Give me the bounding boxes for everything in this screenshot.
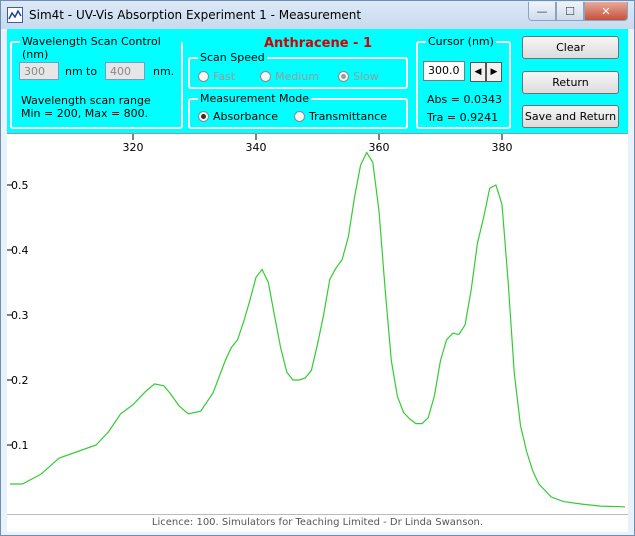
abs-readout: Abs = 0.0343 [427,93,502,106]
scan-control-label: Wavelength Scan Control (nm) [20,35,181,61]
save-and-return-button[interactable]: Save and Return [522,105,619,128]
radio-icon [294,111,305,122]
cursor-right-button[interactable]: ▶ [486,62,502,82]
app-icon [7,7,23,23]
cursor-group: Cursor (nm) 300.0 ◀ ▶ Abs = 0.0343 Tra =… [416,35,511,129]
range-line-1: Wavelength scan range [21,94,151,107]
cursor-label: Cursor (nm) [426,35,496,48]
absorbance-series-line [10,151,626,508]
control-panel: Wavelength Scan Control (nm) 300 nm to 4… [7,29,628,133]
clear-button[interactable]: Clear [522,36,619,59]
close-icon: ✕ [601,4,611,18]
y-tick-label: 0.4 [11,244,29,257]
sample-heading: Anthracene - 1 [263,36,373,51]
mode-absorbance-label: Absorbance [213,110,279,123]
arrow-right-icon: ▶ [490,67,498,77]
client-area: Wavelength Scan Control (nm) 300 nm to 4… [7,29,628,532]
cursor-left-button[interactable]: ◀ [470,62,486,82]
y-tick-label: 0.2 [11,374,29,387]
mode-absorbance-radio[interactable]: Absorbance [198,110,278,123]
scan-to-field[interactable]: 400 [105,62,145,80]
measurement-mode-group: Measurement Mode Absorbance Transmittanc… [188,92,408,129]
application-window: Sim4t - UV-Vis Absorption Experiment 1 -… [0,0,635,536]
x-tick-label: 340 [246,141,267,154]
close-button[interactable]: ✕ [584,2,628,21]
nm-label: nm [65,65,83,78]
y-tick-label: 0.1 [11,439,29,452]
speed-medium-radio[interactable]: Medium [260,70,319,83]
speed-fast-label: Fast [213,70,236,83]
scan-control-group: Wavelength Scan Control (nm) 300 nm to 4… [10,35,183,129]
speed-slow-label: Slow [353,70,379,83]
title-bar[interactable]: Sim4t - UV-Vis Absorption Experiment 1 -… [1,1,634,29]
return-button[interactable]: Return [522,71,619,94]
range-line-2: Min = 200, Max = 800. [21,107,149,120]
nm-end-label: nm. [153,65,175,78]
x-tick-label: 320 [123,141,144,154]
scan-speed-label: Scan Speed [198,51,267,64]
x-tick-label: 380 [492,141,513,154]
window-controls: — ☐ ✕ [528,2,628,21]
spectrum-plot[interactable]: 320 340 360 380 0.1 0.2 0.3 0.4 0.5 [7,133,628,514]
status-bar: Licence: 100. Simulators for Teaching Li… [7,514,628,532]
arrow-left-icon: ◀ [474,67,482,77]
spectrum-chart: 320 340 360 380 0.1 0.2 0.3 0.4 0.5 [7,134,626,508]
to-label: to [86,65,98,78]
speed-fast-radio[interactable]: Fast [198,70,235,83]
scan-speed-group: Scan Speed Fast Medium Slow [188,51,408,89]
y-tick-label: 0.3 [11,309,29,322]
radio-icon [198,71,209,82]
maximize-button[interactable]: ☐ [556,2,584,21]
y-tick-label: 0.5 [11,179,29,192]
measurement-mode-label: Measurement Mode [198,92,311,105]
mode-transmittance-radio[interactable]: Transmittance [294,110,387,123]
speed-slow-radio[interactable]: Slow [338,70,379,83]
speed-medium-label: Medium [275,70,319,83]
x-tick-label: 360 [369,141,390,154]
scan-from-field[interactable]: 300 [19,62,59,80]
maximize-icon: ☐ [565,4,575,18]
minimize-icon: — [536,4,548,18]
radio-selected-icon [198,111,209,122]
window-title: Sim4t - UV-Vis Absorption Experiment 1 -… [29,8,362,22]
minimize-button[interactable]: — [528,2,556,21]
mode-transmittance-label: Transmittance [309,110,387,123]
cursor-value-field[interactable]: 300.0 [423,61,465,81]
tra-readout: Tra = 0.9241 [427,111,499,124]
radio-selected-icon [338,71,349,82]
radio-icon [260,71,271,82]
